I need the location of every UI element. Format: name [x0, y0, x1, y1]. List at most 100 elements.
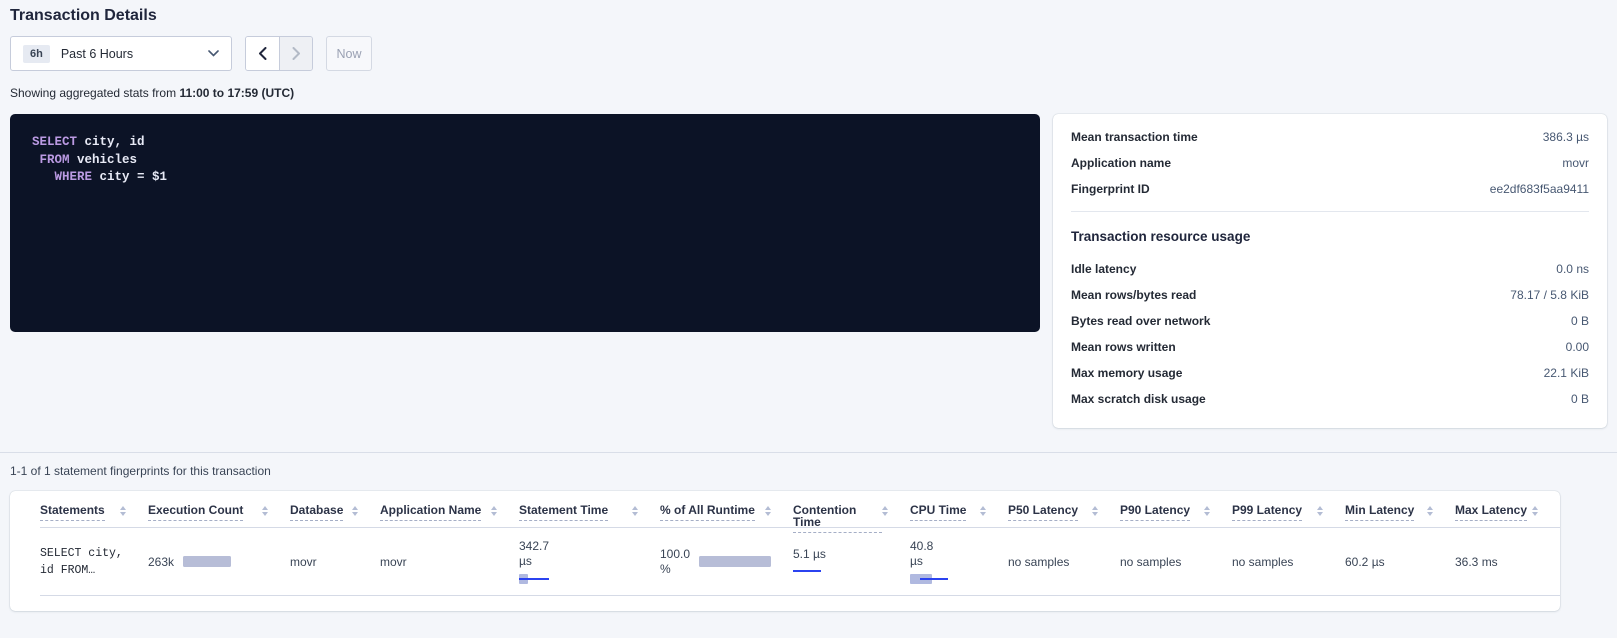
aggregated-stats-text: Showing aggregated stats from 11:00 to 1… [10, 86, 1607, 100]
column-header-label: Max Latency [1455, 504, 1527, 521]
next-interval-button[interactable] [279, 37, 312, 70]
column-header-label: CPU Time [910, 504, 966, 521]
column-header--of-all-runtime[interactable]: % of All Runtime [660, 504, 793, 521]
cell-application-name: movr [380, 555, 519, 569]
aggregated-stats-prefix: Showing aggregated stats from [10, 86, 179, 100]
column-header-label: % of All Runtime [660, 504, 755, 521]
column-header-label: Contention Time [793, 504, 882, 533]
cell-p90-latency: no samples [1120, 555, 1232, 569]
sort-icon[interactable] [120, 506, 126, 516]
sql-line: SELECT city, id [32, 134, 1018, 152]
column-header-contention-time[interactable]: Contention Time [793, 504, 910, 533]
stat-row: Max scratch disk usage0 B [1053, 386, 1607, 412]
column-header-label: Execution Count [148, 504, 243, 521]
column-header-p99-latency[interactable]: P99 Latency [1232, 504, 1345, 521]
previous-interval-button[interactable] [246, 37, 279, 70]
sort-icon[interactable] [352, 506, 358, 516]
stat-value: 0.00 [1566, 340, 1589, 354]
sort-icon[interactable] [1532, 506, 1538, 516]
cell-statement-time: 342.7 µs [519, 539, 660, 584]
sort-icon[interactable] [980, 506, 986, 516]
transaction-summary-panel: Mean transaction time386.3 µsApplication… [1053, 114, 1607, 428]
sort-icon[interactable] [1204, 506, 1210, 516]
stat-row: Fingerprint IDee2df683f5aa9411 [1053, 176, 1607, 202]
cell-max-latency: 36.3 ms [1455, 555, 1560, 569]
column-header-statement-time[interactable]: Statement Time [519, 504, 660, 521]
sort-icon[interactable] [765, 506, 771, 516]
resource-usage-heading: Transaction resource usage [1053, 225, 1607, 256]
column-header-p90-latency[interactable]: P90 Latency [1120, 504, 1232, 521]
stat-row: Max memory usage22.1 KiB [1053, 360, 1607, 386]
column-header-p50-latency[interactable]: P50 Latency [1008, 504, 1120, 521]
column-header-label: Application Name [380, 504, 481, 521]
column-header-label: P50 Latency [1008, 504, 1078, 521]
cell-database: movr [290, 555, 380, 569]
cell-min-latency: 60.2 µs [1345, 555, 1455, 569]
sort-icon[interactable] [1427, 506, 1433, 516]
now-button[interactable]: Now [326, 36, 372, 71]
stat-label: Max memory usage [1071, 366, 1182, 380]
table-caption: 1-1 of 1 statement fingerprints for this… [10, 464, 1607, 478]
section-divider [0, 452, 1617, 453]
column-header-label: Statements [40, 504, 105, 521]
stat-value: 0.0 ns [1556, 262, 1589, 276]
stat-label: Mean rows written [1071, 340, 1176, 354]
stat-value: ee2df683f5aa9411 [1490, 182, 1589, 196]
statements-table: Statements Execution Count Database Applica… [10, 491, 1560, 611]
cell-contention-time: 5.1 µs [793, 547, 910, 576]
cpu-time-bar [910, 574, 950, 584]
table-row: SELECT city, id FROM… 263k movr movr 342… [40, 528, 1560, 596]
stat-row: Application namemovr [1053, 150, 1607, 176]
time-range-dropdown[interactable]: 6h Past 6 Hours [10, 36, 232, 71]
sort-icon[interactable] [1317, 506, 1323, 516]
column-header-label: P99 Latency [1232, 504, 1302, 521]
page-title: Transaction Details [10, 0, 1607, 25]
stat-value: 78.17 / 5.8 KiB [1510, 288, 1589, 302]
column-header-execution-count[interactable]: Execution Count [148, 504, 290, 521]
sort-icon[interactable] [1092, 506, 1098, 516]
stat-value: 0 B [1571, 392, 1589, 406]
stat-value: 0 B [1571, 314, 1589, 328]
sort-icon[interactable] [882, 506, 888, 516]
column-header-label: P90 Latency [1120, 504, 1190, 521]
sort-icon[interactable] [632, 506, 638, 516]
column-header-statements[interactable]: Statements [40, 504, 148, 521]
sql-line: WHERE city = $1 [32, 169, 1018, 187]
resource-usage-rows: Idle latency 0.0 ns Mean rows/bytes read 78… [1053, 256, 1607, 412]
stat-row: Bytes read over network 0 B [1053, 308, 1607, 334]
cell-statement[interactable]: SELECT city, id FROM… [40, 545, 148, 579]
stat-value: movr [1562, 156, 1589, 170]
pct-runtime-bar [699, 556, 771, 567]
cell-p50-latency: no samples [1008, 555, 1120, 569]
stat-row: Mean rows written 0.00 [1053, 334, 1607, 360]
stat-label: Mean rows/bytes read [1071, 288, 1196, 302]
contention-time-bar [793, 566, 821, 576]
column-header-label: Min Latency [1345, 504, 1414, 521]
column-header-max-latency[interactable]: Max Latency [1455, 504, 1560, 521]
sql-line: FROM vehicles [32, 152, 1018, 170]
column-header-min-latency[interactable]: Min Latency [1345, 504, 1455, 521]
column-header-database[interactable]: Database [290, 504, 380, 521]
aggregated-stats-range: 11:00 to 17:59 (UTC) [179, 86, 294, 100]
sql-code: SELECT city, id FROM vehicles WHERE city… [32, 134, 1018, 187]
column-header-label: Statement Time [519, 504, 608, 521]
column-header-label: Database [290, 504, 343, 521]
column-header-application-name[interactable]: Application Name [380, 504, 519, 521]
cell-execution-count: 263k [148, 555, 290, 569]
sort-icon[interactable] [262, 506, 268, 516]
summary-rows: Mean transaction time386.3 µsApplication… [1053, 124, 1607, 202]
stat-label: Mean transaction time [1071, 130, 1198, 144]
execution-count-bar [183, 556, 231, 567]
sort-icon[interactable] [491, 506, 497, 516]
table-header-row: Statements Execution Count Database Applica… [40, 499, 1560, 528]
stat-label: Bytes read over network [1071, 314, 1210, 328]
time-range-label: Past 6 Hours [61, 47, 133, 61]
chevron-down-icon [208, 50, 219, 57]
stat-label: Idle latency [1071, 262, 1136, 276]
time-range-badge: 6h [23, 45, 50, 63]
cell-p99-latency: no samples [1232, 555, 1345, 569]
statement-time-bar [519, 574, 549, 584]
stat-row: Mean rows/bytes read 78.17 / 5.8 KiB [1053, 282, 1607, 308]
stat-row: Idle latency 0.0 ns [1053, 256, 1607, 282]
column-header-cpu-time[interactable]: CPU Time [910, 504, 1008, 521]
